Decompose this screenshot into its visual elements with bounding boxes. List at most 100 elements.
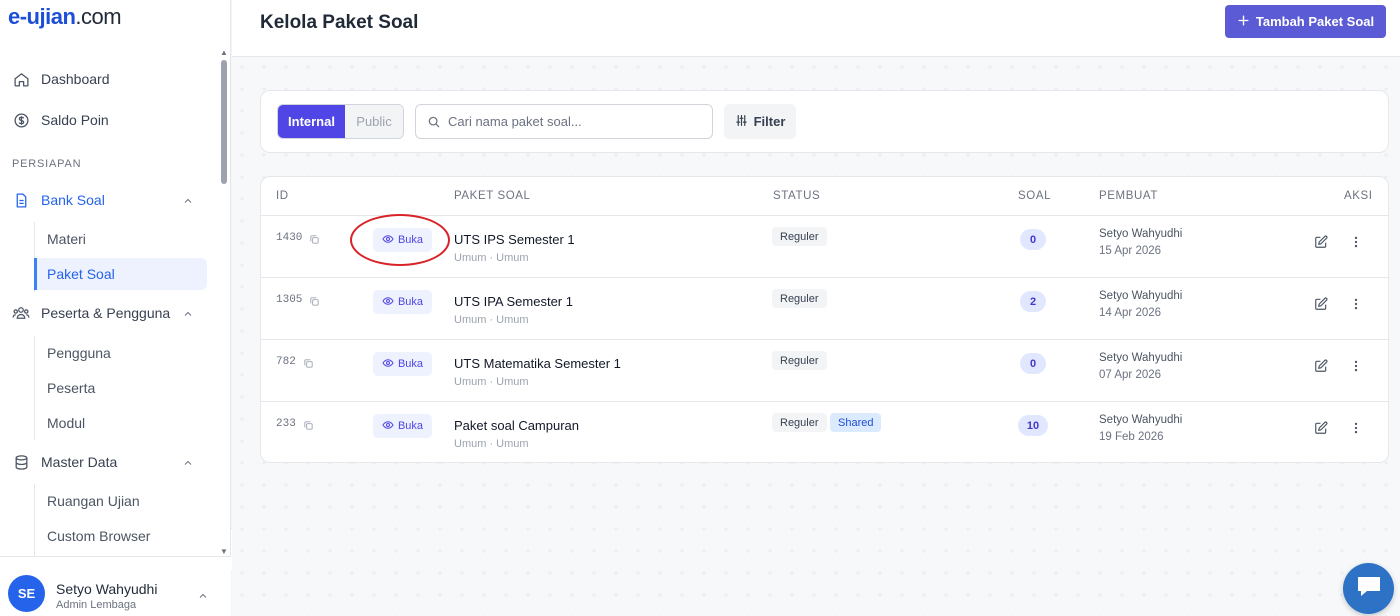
open-button[interactable]: Buka	[373, 352, 432, 376]
app-logo[interactable]: e-ujian.com	[8, 4, 122, 30]
sidebar-subitem-paket-soal[interactable]: Paket Soal	[34, 258, 207, 290]
edit-icon[interactable]	[1314, 235, 1328, 249]
database-icon	[12, 453, 30, 471]
page-title: Kelola Paket Soal	[260, 12, 419, 33]
open-button[interactable]: Buka	[373, 228, 432, 252]
chevron-up-icon[interactable]	[182, 194, 194, 206]
paket-name[interactable]: UTS Matematika Semester 1	[454, 356, 621, 371]
sidebar-item-peserta-pengguna[interactable]: Peserta & Pengguna	[0, 295, 218, 331]
eye-icon	[382, 295, 394, 310]
sidebar-item-master-data[interactable]: Master Data	[0, 444, 218, 480]
chat-support-button[interactable]	[1343, 563, 1394, 614]
open-button[interactable]: Buka	[373, 414, 432, 438]
scroll-up-icon[interactable]: ▲	[220, 48, 228, 57]
open-button-label: Buka	[397, 358, 424, 370]
col-header-id: ID	[276, 190, 289, 202]
paket-name[interactable]: Paket soal Campuran	[454, 418, 579, 433]
chevron-up-icon[interactable]	[182, 456, 194, 468]
edit-icon[interactable]	[1314, 359, 1328, 373]
sidebar-subitem-custom-browser[interactable]: Custom Browser	[34, 520, 207, 552]
sidebar-item-saldo-poin[interactable]: Saldo Poin	[0, 102, 218, 138]
main-content: Internal Public Filter ID PAKET SOAL STA…	[232, 57, 1400, 616]
document-icon	[12, 191, 30, 209]
eye-icon	[382, 419, 394, 434]
soal-count-badge: 0	[1020, 229, 1046, 250]
user-role: Admin Lembaga	[56, 599, 137, 611]
sliders-icon	[735, 114, 748, 130]
sidebar-item-label: Peserta & Pengguna	[41, 305, 171, 321]
dollar-circle-icon	[12, 111, 30, 129]
eye-icon	[382, 357, 394, 372]
user-name: Setyo Wahyudhi	[56, 581, 158, 597]
filter-button[interactable]: Filter	[724, 104, 796, 139]
copy-icon[interactable]	[309, 232, 320, 244]
created-date: 19 Feb 2026	[1099, 431, 1164, 443]
created-date: 07 Apr 2026	[1099, 369, 1162, 381]
sidebar-item-dashboard[interactable]: Dashboard	[0, 61, 218, 97]
users-icon	[12, 304, 30, 322]
edit-icon[interactable]	[1314, 421, 1328, 435]
status-badge: Reguler	[772, 351, 827, 370]
row-id: 1430	[276, 232, 303, 244]
chat-bubble-icon	[1355, 573, 1383, 604]
logo-domain: .com	[75, 4, 122, 29]
paket-meta: Umum · Umum	[454, 252, 529, 264]
search-icon	[427, 115, 441, 129]
tab-internal[interactable]: Internal	[278, 105, 345, 138]
sidebar-item-label: Saldo Poin	[41, 112, 109, 128]
copy-icon[interactable]	[309, 294, 320, 306]
sidebar-subitem-peserta[interactable]: Peserta	[34, 372, 207, 404]
row-id: 782	[276, 356, 296, 368]
paket-meta: Umum · Umum	[454, 314, 529, 326]
author-name: Setyo Wahyudhi	[1099, 414, 1183, 426]
sidebar-subitem-ruangan-ujian[interactable]: Ruangan Ujian	[34, 485, 207, 517]
add-paket-soal-button[interactable]: Tambah Paket Soal	[1225, 5, 1386, 38]
table-row: 1430 Buka UTS IPS Semester 1 Umum · Umum…	[261, 216, 1388, 278]
page-header: Kelola Paket Soal Tambah Paket Soal	[232, 0, 1400, 57]
chevron-up-icon[interactable]	[197, 589, 209, 601]
more-vertical-icon[interactable]	[1349, 359, 1363, 373]
row-id: 233	[276, 418, 296, 430]
more-vertical-icon[interactable]	[1349, 235, 1363, 249]
more-vertical-icon[interactable]	[1349, 297, 1363, 311]
sidebar-scrollbar[interactable]: ▲ ▼	[219, 48, 229, 556]
soal-count-badge: 2	[1020, 291, 1046, 312]
copy-icon[interactable]	[303, 418, 314, 430]
soal-count-badge: 0	[1020, 353, 1046, 374]
sidebar-item-label: Master Data	[41, 454, 118, 470]
user-profile[interactable]: SE Setyo Wahyudhi Admin Lembaga	[0, 556, 231, 616]
filter-button-label: Filter	[753, 114, 786, 129]
col-header-pembuat: PEMBUAT	[1099, 190, 1158, 202]
open-button-label: Buka	[397, 296, 424, 308]
open-button[interactable]: Buka	[373, 290, 432, 314]
filter-bar: Internal Public Filter	[260, 90, 1389, 153]
author-name: Setyo Wahyudhi	[1099, 352, 1183, 364]
search-input[interactable]	[448, 105, 708, 138]
author-name: Setyo Wahyudhi	[1099, 228, 1183, 240]
sidebar-item-label: Bank Soal	[41, 192, 105, 208]
edit-icon[interactable]	[1314, 297, 1328, 311]
created-date: 15 Apr 2026	[1099, 245, 1162, 257]
plus-icon	[1237, 14, 1250, 30]
sidebar-item-bank-soal[interactable]: Bank Soal	[0, 182, 218, 218]
chevron-up-icon[interactable]	[182, 307, 194, 319]
sidebar: e-ujian.com Dashboard Saldo Poin PERSIAP…	[0, 0, 231, 616]
home-icon	[12, 70, 30, 88]
col-header-status: STATUS	[773, 190, 821, 202]
status-badge: Reguler	[772, 289, 827, 308]
paket-name[interactable]: UTS IPS Semester 1	[454, 232, 575, 247]
sidebar-subitem-materi[interactable]: Materi	[34, 223, 207, 255]
paket-name[interactable]: UTS IPA Semester 1	[454, 294, 573, 309]
table-row: 233 Buka Paket soal Campuran Umum · Umum…	[261, 402, 1388, 462]
open-button-label: Buka	[397, 234, 424, 246]
tab-public[interactable]: Public	[345, 105, 403, 138]
paket-meta: Umum · Umum	[454, 376, 529, 388]
search-box	[415, 104, 713, 139]
more-vertical-icon[interactable]	[1349, 421, 1363, 435]
paket-meta: Umum · Umum	[454, 438, 529, 450]
sidebar-subitem-modul[interactable]: Modul	[34, 407, 207, 439]
sidebar-subitem-pengguna[interactable]: Pengguna	[34, 337, 207, 369]
scrollbar-thumb[interactable]	[221, 60, 227, 184]
scroll-down-icon[interactable]: ▼	[220, 547, 228, 556]
copy-icon[interactable]	[303, 356, 314, 368]
